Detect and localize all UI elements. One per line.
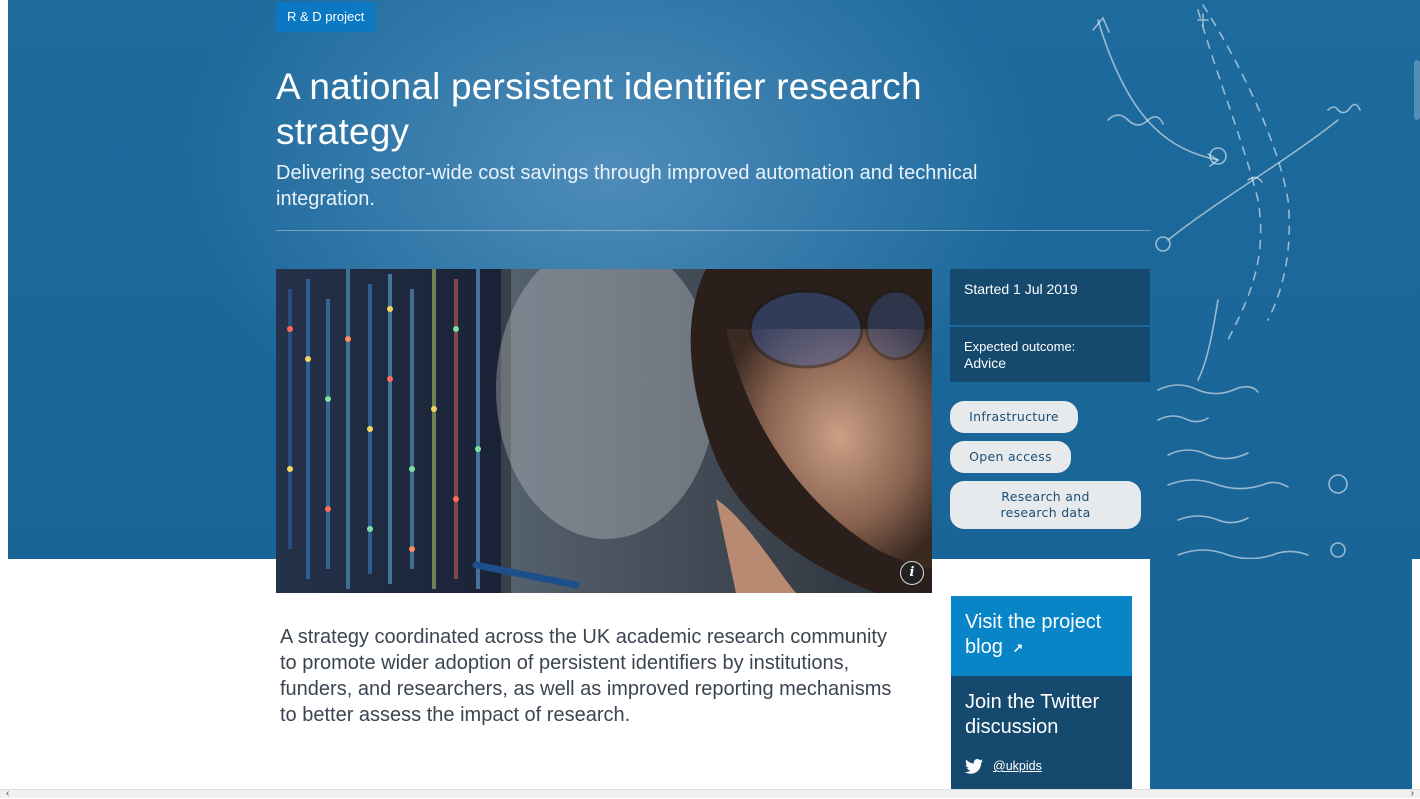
twitter-link-row[interactable]: @ukpids (965, 754, 1042, 779)
tag-research-data[interactable]: Research and research data (950, 481, 1141, 529)
info-icon[interactable]: i (900, 561, 924, 585)
scroll-right-icon[interactable]: › (1411, 788, 1414, 799)
divider (276, 230, 1151, 231)
twitter-card-label: Join the Twitter discussion (965, 691, 1100, 738)
hero-extension (1150, 559, 1412, 789)
project-summary: A strategy coordinated across the UK aca… (280, 626, 892, 726)
project-blog-label: Visit the project blog (965, 611, 1102, 658)
vertical-scrollbar-thumb[interactable] (1414, 60, 1420, 120)
hero-photo-illustration (276, 269, 932, 593)
twitter-card: Join the Twitter discussion @ukpids (951, 676, 1132, 789)
project-type-badge[interactable]: R & D project (276, 2, 376, 32)
started-date: Started 1 Jul 2019 (964, 281, 1078, 297)
project-blog-link[interactable]: Visit the project blog ↗ (951, 596, 1132, 676)
expected-outcome-label: Expected outcome: (964, 339, 1076, 354)
tag-open-access[interactable]: Open access (950, 441, 1071, 473)
tag-infrastructure[interactable]: Infrastructure (950, 401, 1078, 433)
tag-research-data-label: Research and research data (1000, 489, 1091, 520)
started-date-box: Started 1 Jul 2019 (950, 269, 1150, 325)
scroll-left-icon[interactable]: ‹ (6, 788, 9, 799)
twitter-handle-link[interactable]: @ukpids (993, 754, 1042, 779)
expected-outcome-value: Advice (964, 355, 1007, 371)
page-title: A national persistent identifier researc… (276, 66, 922, 152)
expected-outcome-box: Expected outcome: Advice (950, 327, 1150, 382)
page-subtitle: Delivering sector-wide cost savings thro… (276, 162, 978, 210)
twitter-bird-icon (965, 759, 983, 774)
external-link-icon: ↗ (1012, 641, 1024, 656)
hero-photo (276, 269, 932, 593)
